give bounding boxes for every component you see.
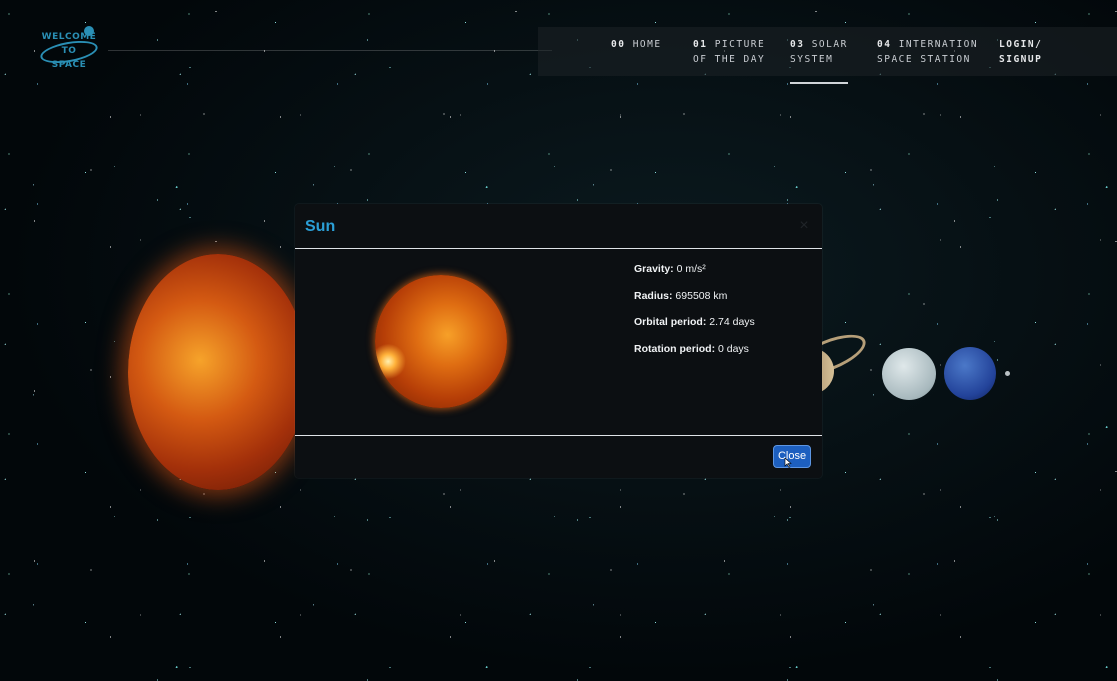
nav-iss-number: 04: [877, 39, 892, 50]
nav-solar-number: 03: [790, 39, 805, 50]
sun-image: [375, 275, 507, 408]
fact-rotation-value: 0 days: [715, 342, 749, 355]
fact-orbital-period: Orbital period: 2.74 days: [634, 315, 814, 342]
nav-potd-label: PICTURE: [714, 39, 766, 50]
nav-space-station[interactable]: 04 INTERNATION SPACE STATION: [877, 37, 978, 67]
fact-rotation-period: Rotation period: 0 days: [634, 342, 814, 369]
logo-line-3: SPACE: [51, 60, 87, 70]
nav-login-signup[interactable]: LOGIN/ SIGNUP: [999, 37, 1042, 67]
nav-iss-label-2: SPACE STATION: [877, 54, 971, 65]
nav-home-number: 00: [611, 39, 626, 50]
pointer-cursor-icon: [784, 457, 792, 468]
header-divider: [108, 50, 552, 51]
nav-solar-system[interactable]: 03 SOLAR SYSTEM: [790, 37, 848, 84]
modal-footer-divider: [295, 435, 822, 436]
fact-gravity-value: 0 m/s²: [673, 263, 706, 275]
logo-text: WELCOME TO SPACE: [36, 30, 102, 72]
neptune-planet[interactable]: [944, 347, 996, 400]
sun-planet[interactable]: [128, 254, 308, 490]
fact-orbital-key: Orbital period:: [634, 316, 707, 328]
nav-potd-number: 01: [693, 39, 708, 50]
nav-potd-label-2: OF THE DAY: [693, 54, 766, 65]
moon: [1005, 371, 1010, 376]
logo-line-1: WELCOME: [41, 32, 97, 42]
nav-login-label: LOGIN/: [999, 39, 1043, 50]
main-nav: 00 HOME 01 PICTURE OF THE DAY 03 SOLAR S…: [538, 27, 1117, 84]
nav-signup-label: SIGNUP: [999, 54, 1043, 65]
modal-title: Sun: [305, 218, 336, 235]
nav-iss-label: INTERNATION: [898, 39, 979, 50]
site-logo[interactable]: WELCOME TO SPACE: [36, 26, 102, 74]
fact-gravity-key: Gravity:: [634, 263, 674, 275]
fact-orbital-value: 2.74 days: [706, 316, 755, 328]
nav-solar-label: SOLAR: [811, 39, 848, 50]
nav-home-label: HOME: [632, 39, 662, 50]
close-button[interactable]: Close: [773, 445, 811, 468]
modal-header-divider: [295, 248, 822, 249]
fact-radius-value: 695508 km: [672, 289, 728, 302]
nav-solar-label-2: SYSTEM: [790, 54, 834, 65]
nav-picture-of-the-day[interactable]: 01 PICTURE OF THE DAY: [693, 37, 765, 67]
planet-facts: Gravity: 0 m/s² Radius: 695508 km Orbita…: [634, 262, 814, 368]
fact-radius-key: Radius:: [634, 289, 673, 302]
fact-rotation-key: Rotation period:: [634, 342, 716, 355]
fact-gravity: Gravity: 0 m/s²: [634, 262, 814, 289]
nav-home[interactable]: 00 HOME: [611, 37, 662, 52]
close-icon[interactable]: ×: [798, 218, 810, 234]
fact-radius: Radius: 695508 km: [634, 289, 814, 316]
uranus-planet[interactable]: [882, 348, 936, 400]
logo-line-2: TO: [61, 46, 77, 56]
planet-modal: Sun × Gravity: 0 m/s² Radius: 695508 km …: [295, 204, 822, 478]
